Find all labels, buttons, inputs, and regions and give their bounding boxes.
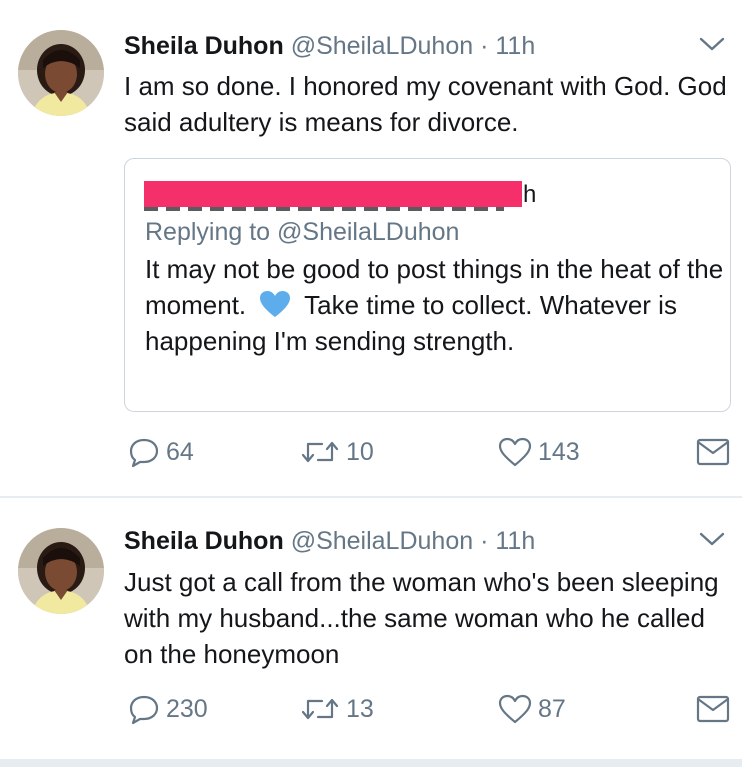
avatar[interactable]	[18, 528, 104, 614]
replying-to-label[interactable]: Replying to @SheilaLDuhon	[145, 215, 459, 249]
reply-count: 230	[166, 694, 208, 723]
separator-dot: ·	[480, 32, 489, 60]
redacted-name-remnant	[144, 207, 504, 211]
user-handle[interactable]: @SheilaLDuhon	[291, 527, 473, 555]
separator-dot: ·	[480, 527, 489, 555]
direct-message-icon	[696, 695, 730, 723]
blue-heart-icon	[260, 291, 291, 317]
retweet-count: 10	[346, 437, 374, 466]
tweet-text: I am so done. I honored my covenant with…	[124, 71, 727, 137]
direct-message-icon	[696, 438, 730, 466]
quoted-text: It may not be good to post things in the…	[145, 251, 725, 359]
redaction-bar	[144, 181, 522, 207]
tweet-text: Just got a call from the woman who's bee…	[124, 567, 719, 669]
like-count: 143	[538, 437, 580, 466]
chevron-down-icon[interactable]	[698, 529, 726, 549]
like-button[interactable]: 87	[498, 691, 566, 727]
reply-icon	[129, 695, 159, 725]
like-icon	[498, 437, 532, 467]
like-count: 87	[538, 694, 566, 723]
chevron-down-icon[interactable]	[698, 34, 726, 54]
like-button[interactable]: 143	[498, 434, 580, 470]
redacted-name-tail: h	[523, 181, 537, 208]
direct-message-button[interactable]	[696, 691, 736, 727]
quoted-reply-card[interactable]: h Replying to @SheilaLDuhon It may not b…	[124, 158, 731, 412]
tweet-actions: 230 13 87	[124, 691, 734, 727]
timestamp[interactable]: 11h	[495, 527, 535, 555]
reply-button[interactable]: 64	[128, 434, 194, 470]
display-name[interactable]: Sheila Duhon	[124, 527, 284, 555]
timestamp[interactable]: 11h	[495, 32, 535, 60]
tweet-header: Sheila Duhon @SheilaLDuhon · 11h	[124, 525, 535, 557]
tweet-header: Sheila Duhon @SheilaLDuhon · 11h	[124, 30, 535, 62]
retweet-button[interactable]: 10	[300, 434, 374, 470]
direct-message-button[interactable]	[696, 434, 736, 470]
retweet-count: 13	[346, 694, 374, 723]
retweet-icon	[301, 698, 339, 720]
bottom-divider	[0, 759, 742, 767]
avatar[interactable]	[18, 30, 104, 116]
reply-count: 64	[166, 437, 194, 466]
reply-icon	[129, 438, 159, 468]
display-name[interactable]: Sheila Duhon	[124, 32, 284, 60]
tweet[interactable]: Sheila Duhon @SheilaLDuhon · 11h I am so…	[0, 0, 742, 497]
retweet-icon	[301, 441, 339, 463]
retweet-button[interactable]: 13	[300, 691, 374, 727]
tweet[interactable]: Sheila Duhon @SheilaLDuhon · 11h Just go…	[0, 497, 742, 767]
tweet-actions: 64 10 143	[124, 434, 734, 470]
user-handle[interactable]: @SheilaLDuhon	[291, 32, 473, 60]
like-icon	[498, 694, 532, 724]
reply-button[interactable]: 230	[128, 691, 208, 727]
